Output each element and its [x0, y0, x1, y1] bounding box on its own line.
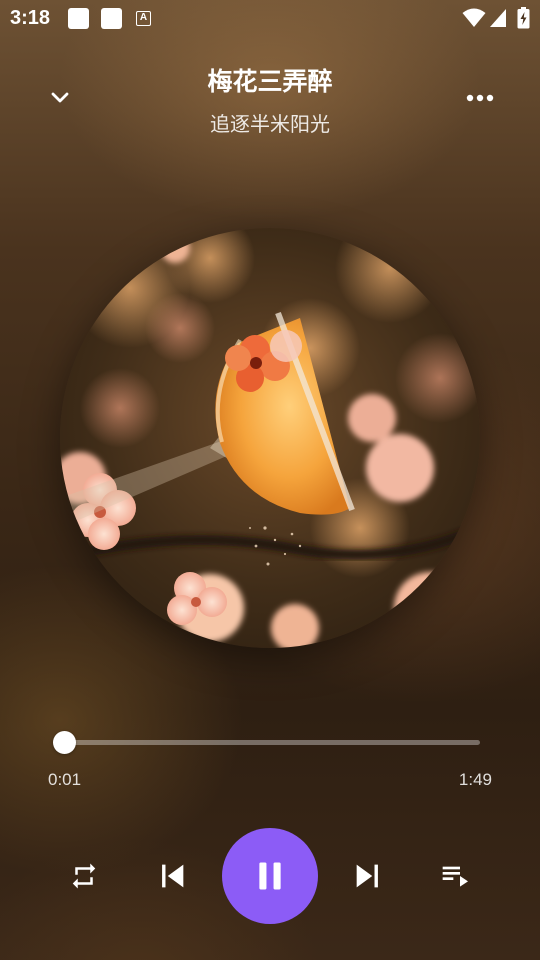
skip-previous-icon — [162, 864, 184, 888]
more-options-button[interactable] — [460, 80, 500, 116]
skip-next-icon — [356, 864, 378, 888]
status-bar: 3:18 A — [0, 0, 540, 36]
total-time: 1:49 — [458, 770, 492, 789]
song-title: 梅花三弄醉 — [207, 68, 333, 96]
cellular-signal-icon — [490, 9, 506, 27]
battery-charging-icon — [517, 7, 530, 29]
collapse-button[interactable] — [42, 80, 78, 116]
notification-icon — [68, 8, 89, 29]
status-time: 3:18 — [10, 7, 51, 29]
next-button[interactable] — [344, 852, 392, 900]
chevron-down-icon — [51, 92, 69, 103]
previous-button[interactable] — [148, 852, 196, 900]
current-time: 0:01 — [48, 770, 82, 789]
progress-thumb[interactable] — [53, 731, 76, 754]
album-art — [60, 228, 480, 648]
pause-icon — [259, 862, 281, 890]
play-pause-button[interactable] — [222, 828, 318, 924]
album-art-image — [60, 228, 480, 648]
repeat-icon — [72, 863, 96, 889]
notification-icon — [101, 8, 122, 29]
song-artist: 追逐半米阳光 — [210, 114, 330, 136]
notification-a-icon: A — [136, 11, 151, 26]
repeat-button[interactable] — [62, 854, 106, 898]
wifi-icon — [462, 8, 486, 27]
playlist-button[interactable] — [434, 854, 478, 898]
progress-bar[interactable] — [53, 731, 480, 754]
playlist-icon — [442, 866, 468, 887]
more-horizontal-icon — [466, 94, 494, 102]
